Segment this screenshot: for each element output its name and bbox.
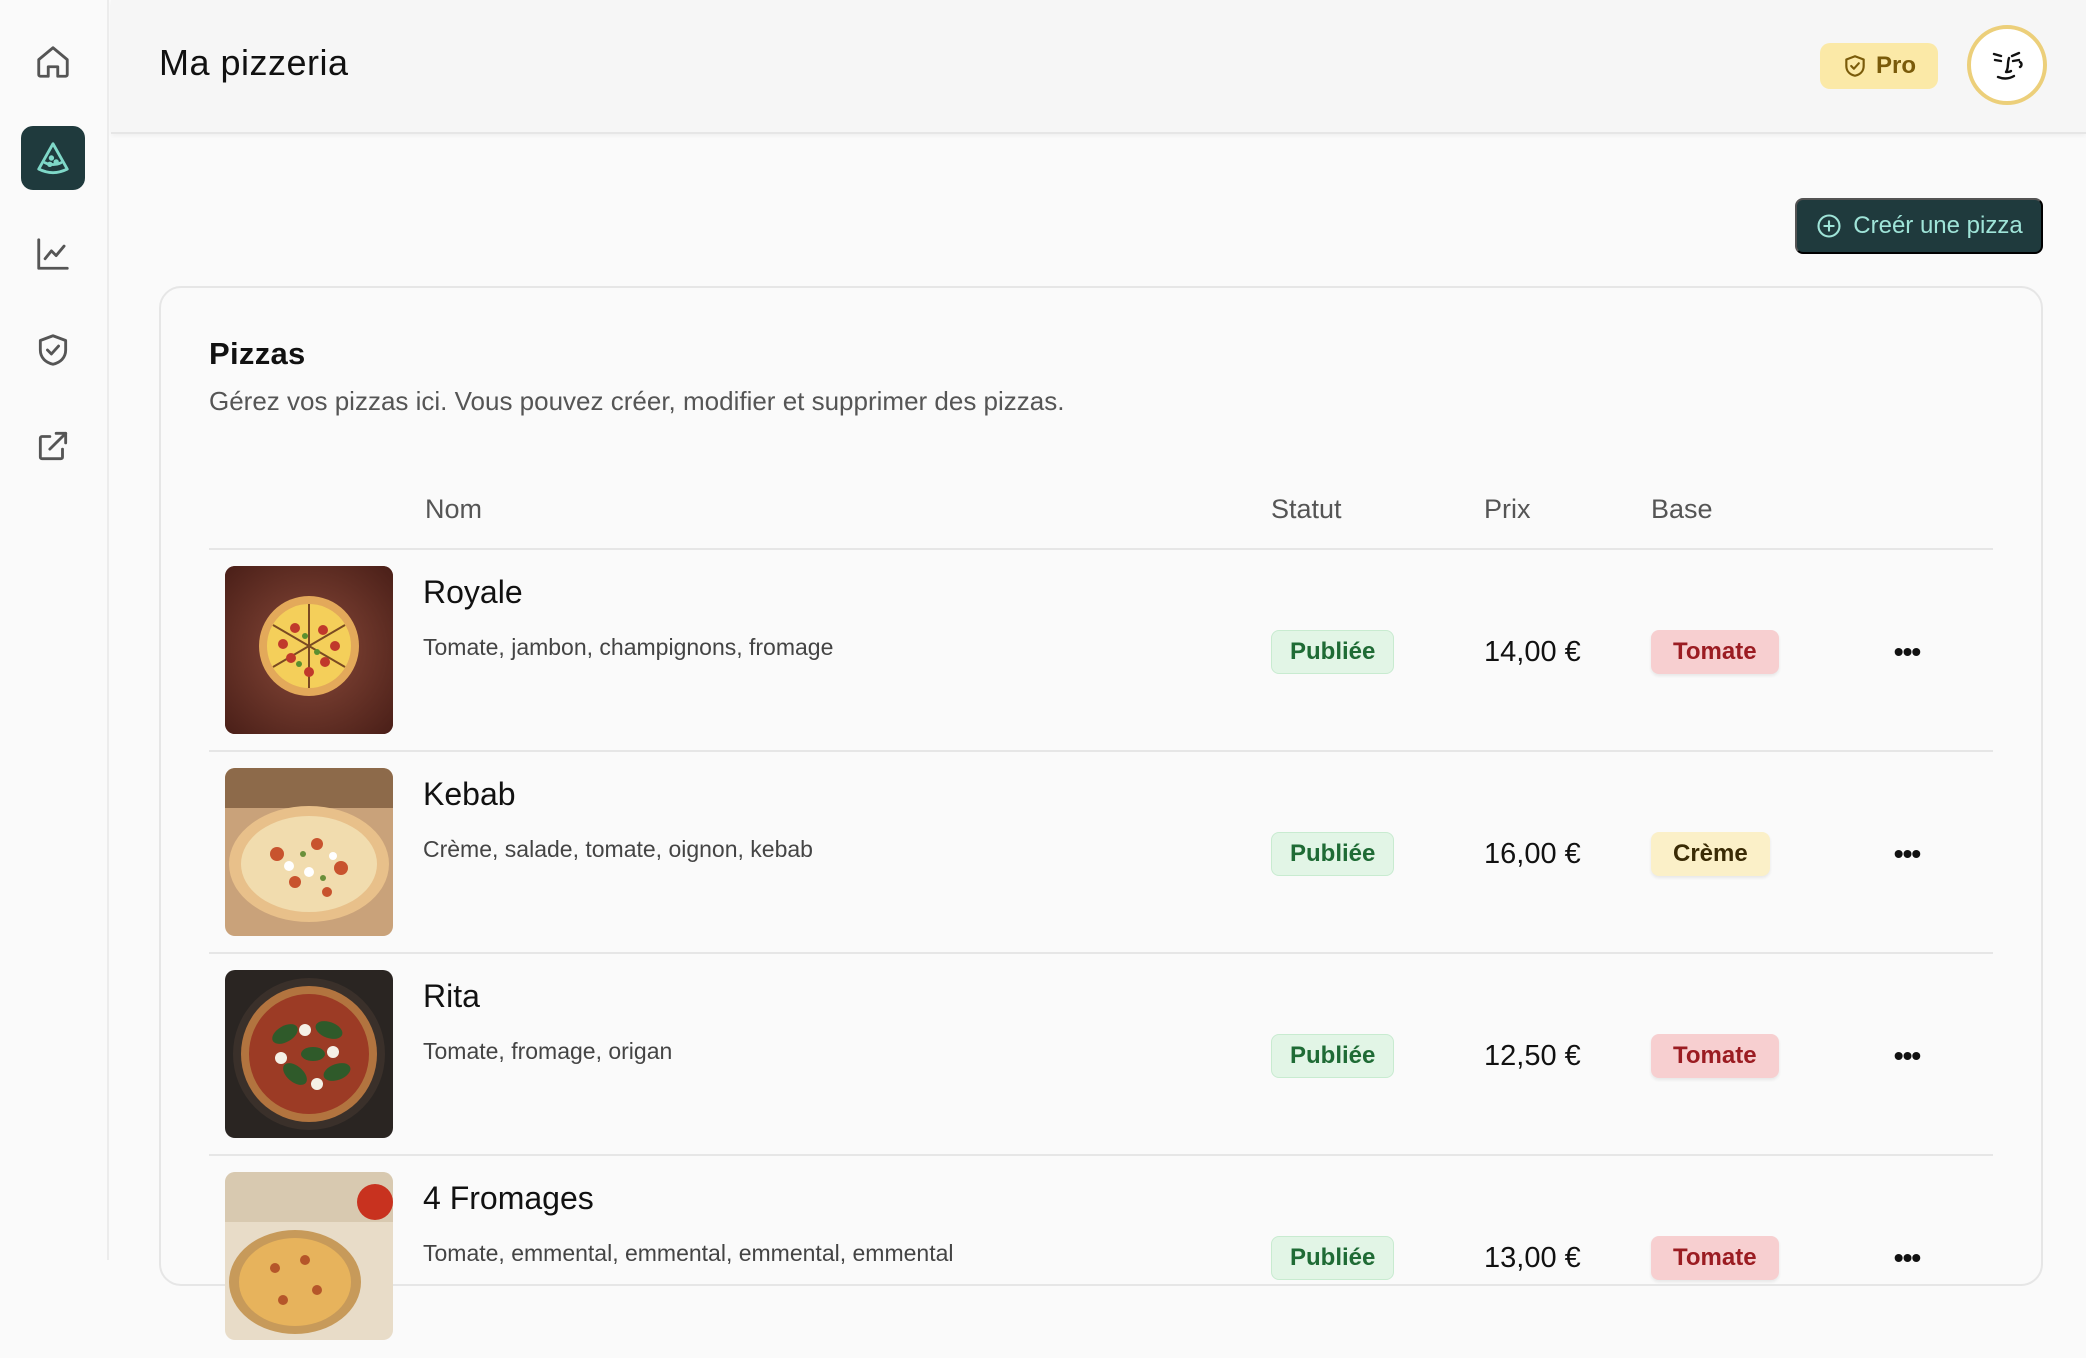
table-row[interactable]: Kebab Crème, salade, tomate, oignon, keb… bbox=[209, 752, 1993, 954]
sidebar bbox=[0, 0, 109, 1260]
more-options-icon[interactable]: ••• bbox=[1885, 1236, 1929, 1280]
external-link-icon bbox=[38, 431, 68, 461]
pizza-name: Royale bbox=[423, 574, 523, 610]
more-options-icon[interactable]: ••• bbox=[1885, 1034, 1929, 1078]
base-badge: Tomate bbox=[1651, 1236, 1779, 1280]
sidebar-item-pizzas[interactable] bbox=[21, 126, 85, 190]
pizza-name: Rita bbox=[423, 978, 480, 1014]
table-row[interactable]: Rita Tomate, fromage, origan Publiée 12,… bbox=[209, 954, 1993, 1156]
column-header-status: Statut bbox=[1271, 494, 1342, 524]
more-options-icon[interactable]: ••• bbox=[1885, 630, 1929, 674]
table-row[interactable]: 4 Fromages Tomate, emmental, emmental, e… bbox=[209, 1156, 1993, 1358]
sidebar-item-analytics[interactable] bbox=[21, 222, 85, 286]
status-badge: Publiée bbox=[1271, 630, 1395, 674]
home-icon bbox=[37, 46, 69, 78]
pizza-ingredients: Tomate, fromage, origan bbox=[423, 1038, 673, 1064]
column-header-price: Prix bbox=[1484, 494, 1531, 524]
column-header-name: Nom bbox=[425, 494, 483, 524]
status-badge: Publiée bbox=[1271, 1034, 1395, 1078]
top-header: Ma pizzeria Pro bbox=[111, 0, 2086, 134]
pizza-ingredients: Crème, salade, tomate, oignon, kebab bbox=[423, 836, 813, 862]
plus-circle-icon bbox=[1817, 214, 1841, 238]
create-pizza-label: Creér une pizza bbox=[1853, 212, 2023, 239]
pizza-thumbnail bbox=[225, 768, 393, 936]
pizza-price: 16,00 € bbox=[1484, 838, 1581, 870]
base-badge: Tomate bbox=[1651, 1034, 1779, 1078]
shield-check-icon bbox=[38, 334, 68, 366]
pizza-thumbnail bbox=[225, 970, 393, 1138]
create-pizza-button[interactable]: Creér une pizza bbox=[1795, 198, 2043, 254]
card-title: Pizzas bbox=[209, 336, 306, 371]
avatar[interactable] bbox=[1967, 25, 2047, 105]
pro-badge-label: Pro bbox=[1875, 52, 1916, 79]
pizza-price: 12,50 € bbox=[1484, 1040, 1581, 1072]
pizza-price: 14,00 € bbox=[1484, 636, 1581, 668]
table-row[interactable]: Royale Tomate, jambon, champignons, from… bbox=[209, 550, 1993, 752]
base-badge: Crème bbox=[1651, 832, 1770, 876]
pizza-royale-image bbox=[225, 566, 393, 734]
pizza-ingredients: Tomate, emmental, emmental, emmental, em… bbox=[423, 1240, 954, 1266]
base-badge: Tomate bbox=[1651, 630, 1779, 674]
pizza-name: Kebab bbox=[423, 776, 516, 812]
column-header-base: Base bbox=[1651, 494, 1713, 524]
pizza-thumbnail bbox=[225, 1172, 393, 1340]
pizza-name: 4 Fromages bbox=[423, 1180, 594, 1216]
sidebar-item-security[interactable] bbox=[21, 318, 85, 382]
sidebar-item-external[interactable] bbox=[21, 414, 85, 478]
line-chart-icon bbox=[37, 238, 69, 270]
page-title: Ma pizzeria bbox=[159, 42, 349, 83]
pizza-slice-icon bbox=[37, 142, 69, 175]
status-badge: Publiée bbox=[1271, 1236, 1395, 1280]
shield-check-icon bbox=[1845, 55, 1865, 77]
pizza-rita-image bbox=[225, 970, 393, 1138]
more-options-icon[interactable]: ••• bbox=[1885, 832, 1929, 876]
sidebar-item-home[interactable] bbox=[21, 30, 85, 94]
pro-badge[interactable]: Pro bbox=[1820, 43, 1938, 89]
pizza-kebab-image bbox=[225, 768, 393, 936]
pizza-thumbnail bbox=[225, 566, 393, 734]
pizza-price: 13,00 € bbox=[1484, 1242, 1581, 1274]
status-badge: Publiée bbox=[1271, 832, 1395, 876]
pizzas-card: Pizzas Gérez vos pizzas ici. Vous pouvez… bbox=[159, 286, 2043, 1340]
face-avatar-icon bbox=[1992, 51, 2023, 80]
card-description: Gérez vos pizzas ici. Vous pouvez créer,… bbox=[209, 386, 1065, 416]
pizza-ingredients: Tomate, jambon, champignons, fromage bbox=[423, 634, 834, 660]
pizza-4-fromages-image bbox=[225, 1172, 393, 1340]
